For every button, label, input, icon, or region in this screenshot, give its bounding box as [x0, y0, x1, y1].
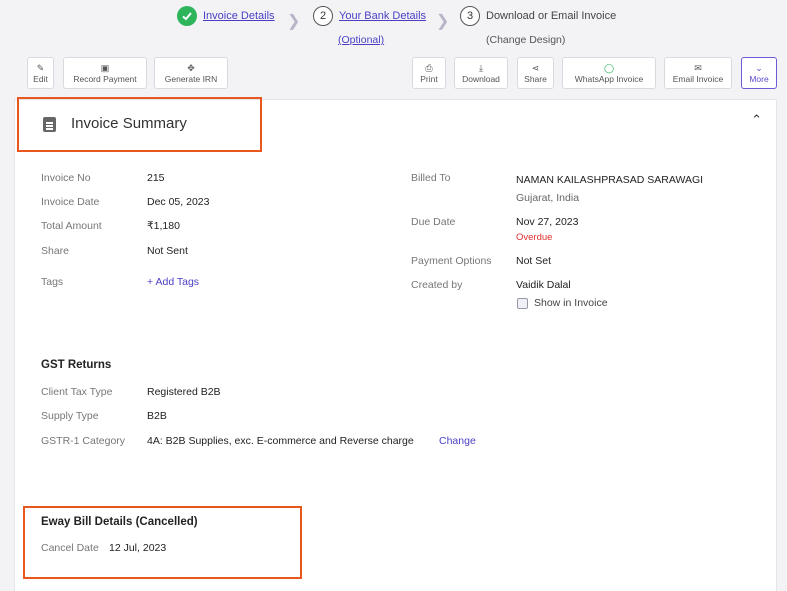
step-invoice-details[interactable]: Invoice Details [177, 6, 275, 26]
email-invoice-button[interactable]: ✉ Email Invoice [664, 57, 732, 89]
chevron-right-icon: ❯ [436, 13, 450, 30]
whatsapp-invoice-button[interactable]: ◯ WhatsApp Invoice [562, 57, 656, 89]
gst-returns-heading: GST Returns [41, 359, 112, 371]
progress-stepper: Invoice Details ❯ 2 Your Bank Details (O… [0, 6, 787, 50]
edit-button[interactable]: ✎ Edit [27, 57, 54, 89]
print-button[interactable]: ⎙ Print [412, 57, 446, 89]
print-label: Print [420, 73, 438, 84]
chevron-up-icon[interactable]: ⌃ [751, 112, 762, 128]
step-bank-details-optional[interactable]: (Optional) [338, 34, 384, 46]
chevron-right-icon: ❯ [287, 13, 301, 30]
share-icon: ⋖ [531, 62, 540, 73]
invoice-date-value: Dec 05, 2023 [147, 196, 210, 208]
whatsapp-icon: ◯ [603, 62, 615, 73]
created-by-label: Created by [411, 279, 463, 291]
invoice-no-label: Invoice No [41, 172, 91, 184]
download-icon: ⤓ [479, 62, 483, 73]
share-status-label: Share [41, 245, 70, 257]
check-icon [177, 6, 197, 26]
gstr1-change-link[interactable]: Change [439, 435, 476, 447]
share-status-value: Not Sent [147, 245, 188, 257]
step-change-design[interactable]: (Change Design) [486, 34, 565, 46]
supply-type-value: B2B [147, 410, 167, 422]
total-amount-label: Total Amount [41, 220, 102, 232]
pencil-icon: ✎ [36, 62, 45, 73]
step-download-email[interactable]: 3 Download or Email Invoice [460, 6, 616, 26]
generate-irn-label: Generate IRN [164, 73, 218, 84]
client-tax-type-label: Client Tax Type [41, 386, 113, 398]
more-label: More [749, 73, 769, 84]
step-bank-details[interactable]: 2 Your Bank Details [313, 6, 426, 26]
show-in-invoice-checkbox[interactable] [517, 298, 528, 309]
download-button[interactable]: ⤓ Download [454, 57, 508, 89]
record-payment-label: Record Payment [73, 73, 137, 84]
step-download-email-label: Download or Email Invoice [486, 10, 617, 22]
step-bank-details-link[interactable]: Your Bank Details [339, 10, 426, 22]
billed-to-location: Gujarat, India [516, 192, 580, 204]
payment-options-value: Not Set [516, 255, 552, 267]
printer-icon: ⎙ [425, 62, 433, 73]
payment-options-label: Payment Options [411, 255, 492, 267]
gstr1-category-label: GSTR-1 Category [41, 435, 126, 447]
generate-irn-button[interactable]: ✥ Generate IRN [154, 57, 228, 89]
envelope-icon: ✉ [694, 62, 702, 73]
download-label: Download [462, 73, 500, 84]
chevron-down-icon: ⌄ [755, 62, 763, 73]
show-in-invoice-label: Show in Invoice [534, 297, 608, 309]
billed-to-name: NAMAN KAILASHPRASAD SARAWAGI [516, 174, 704, 186]
add-tags-link[interactable]: + Add Tags [147, 276, 199, 288]
total-amount-value: ₹1,180 [147, 220, 180, 232]
step-number-2: 2 [313, 6, 333, 26]
due-date-value: Nov 27, 2023 [516, 216, 579, 228]
invoice-no-value: 215 [147, 172, 165, 184]
client-tax-type-value: Registered B2B [147, 386, 221, 398]
irn-icon: ✥ [187, 62, 195, 73]
eway-bill-highlight [23, 506, 302, 579]
billed-to-label: Billed To [411, 172, 451, 184]
step-invoice-details-link[interactable]: Invoice Details [203, 10, 275, 22]
email-label: Email Invoice [672, 73, 724, 84]
record-payment-button[interactable]: ▣ Record Payment [63, 57, 147, 89]
created-by-value: Vaidik Dalal [516, 279, 571, 291]
edit-label: Edit [33, 73, 48, 84]
gstr1-category-value: 4A: B2B Supplies, exc. E-commerce and Re… [147, 435, 414, 447]
whatsapp-label: WhatsApp Invoice [574, 73, 644, 84]
cash-icon: ▣ [100, 62, 110, 73]
share-button[interactable]: ⋖ Share [517, 57, 554, 89]
more-button[interactable]: ⌄ More [741, 57, 777, 89]
due-date-label: Due Date [411, 216, 456, 228]
invoice-date-label: Invoice Date [41, 196, 100, 208]
supply-type-label: Supply Type [41, 410, 99, 422]
step-number-3: 3 [460, 6, 480, 26]
invoice-summary-highlight [17, 97, 262, 152]
overdue-badge: Overdue [516, 232, 553, 243]
tags-label: Tags [41, 276, 64, 288]
share-label: Share [524, 73, 547, 84]
